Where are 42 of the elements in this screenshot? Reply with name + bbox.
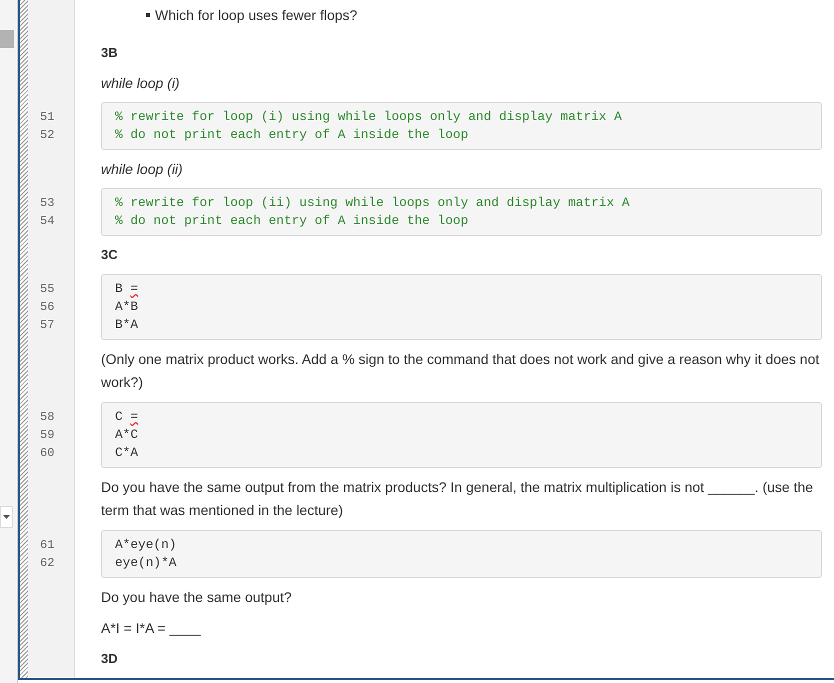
code-line: A*C: [115, 426, 140, 444]
code-line: C*A: [115, 444, 140, 462]
code-comment: % rewrite for loop (i) using while loops only and display matrix A: [115, 108, 623, 126]
line-number: 60: [40, 445, 56, 462]
code-block[interactable]: C = A*C C*A: [101, 402, 822, 468]
caption-text: while loop (i): [101, 74, 181, 93]
code-block[interactable]: A*eye(n) eye(n)*A: [101, 530, 822, 578]
code-comment: % do not print each entry of A inside the loop: [115, 126, 470, 144]
code-block[interactable]: B = A*B B*A: [101, 274, 822, 340]
line-number: 56: [40, 299, 56, 316]
caret-icon: [3, 515, 10, 520]
code-comment: % rewrite for loop (ii) using while loops only and display matrix A: [115, 194, 631, 212]
line-number: 52: [40, 127, 56, 144]
code-line: B*A: [115, 316, 140, 334]
line-number: 58: [40, 409, 56, 426]
line-number: 53: [40, 195, 56, 212]
paragraph: Do you have the same output?: [101, 588, 293, 607]
code-block[interactable]: % rewrite for loop (ii) using while loops only and display matrix A % do not print each entry of A inside the loop: [101, 188, 822, 236]
bullet-text: Which for loop uses fewer flops?: [155, 6, 358, 25]
code-line: C =: [115, 408, 140, 426]
line-number: 54: [40, 213, 56, 230]
paragraph: A*I = I*A = ____: [101, 619, 202, 638]
section-heading: 3D: [101, 650, 119, 668]
line-number: 59: [40, 427, 56, 444]
line-number: 55: [40, 281, 56, 298]
paragraph: (Only one matrix product works. Add a % sign to the command that does not work and give a reason why it does not work?): [101, 350, 820, 392]
dropdown-button[interactable]: [0, 506, 13, 528]
bullet-icon: [146, 13, 150, 17]
line-number: 51: [40, 109, 56, 126]
code-line: eye(n)*A: [115, 554, 178, 572]
code-line: A*B: [115, 298, 140, 316]
code-block[interactable]: % rewrite for loop (i) using while loops only and display matrix A % do not print each entry of A inside the loop: [101, 102, 822, 150]
line-number: 62: [40, 555, 56, 572]
section-heading: 3C: [101, 246, 119, 264]
line-number: 61: [40, 537, 56, 554]
section-heading: 3B: [101, 44, 119, 62]
code-line: A*eye(n): [115, 536, 178, 554]
code-line: B =: [115, 280, 140, 298]
paragraph: Do you have the same output from the matrix products? In general, the matrix multiplication is not ______. (use the term that was mentioned in the lecture): [101, 478, 814, 520]
line-number: 57: [40, 317, 56, 334]
code-comment: % do not print each entry of A inside the loop: [115, 212, 470, 230]
caption-text: while loop (ii): [101, 160, 184, 179]
